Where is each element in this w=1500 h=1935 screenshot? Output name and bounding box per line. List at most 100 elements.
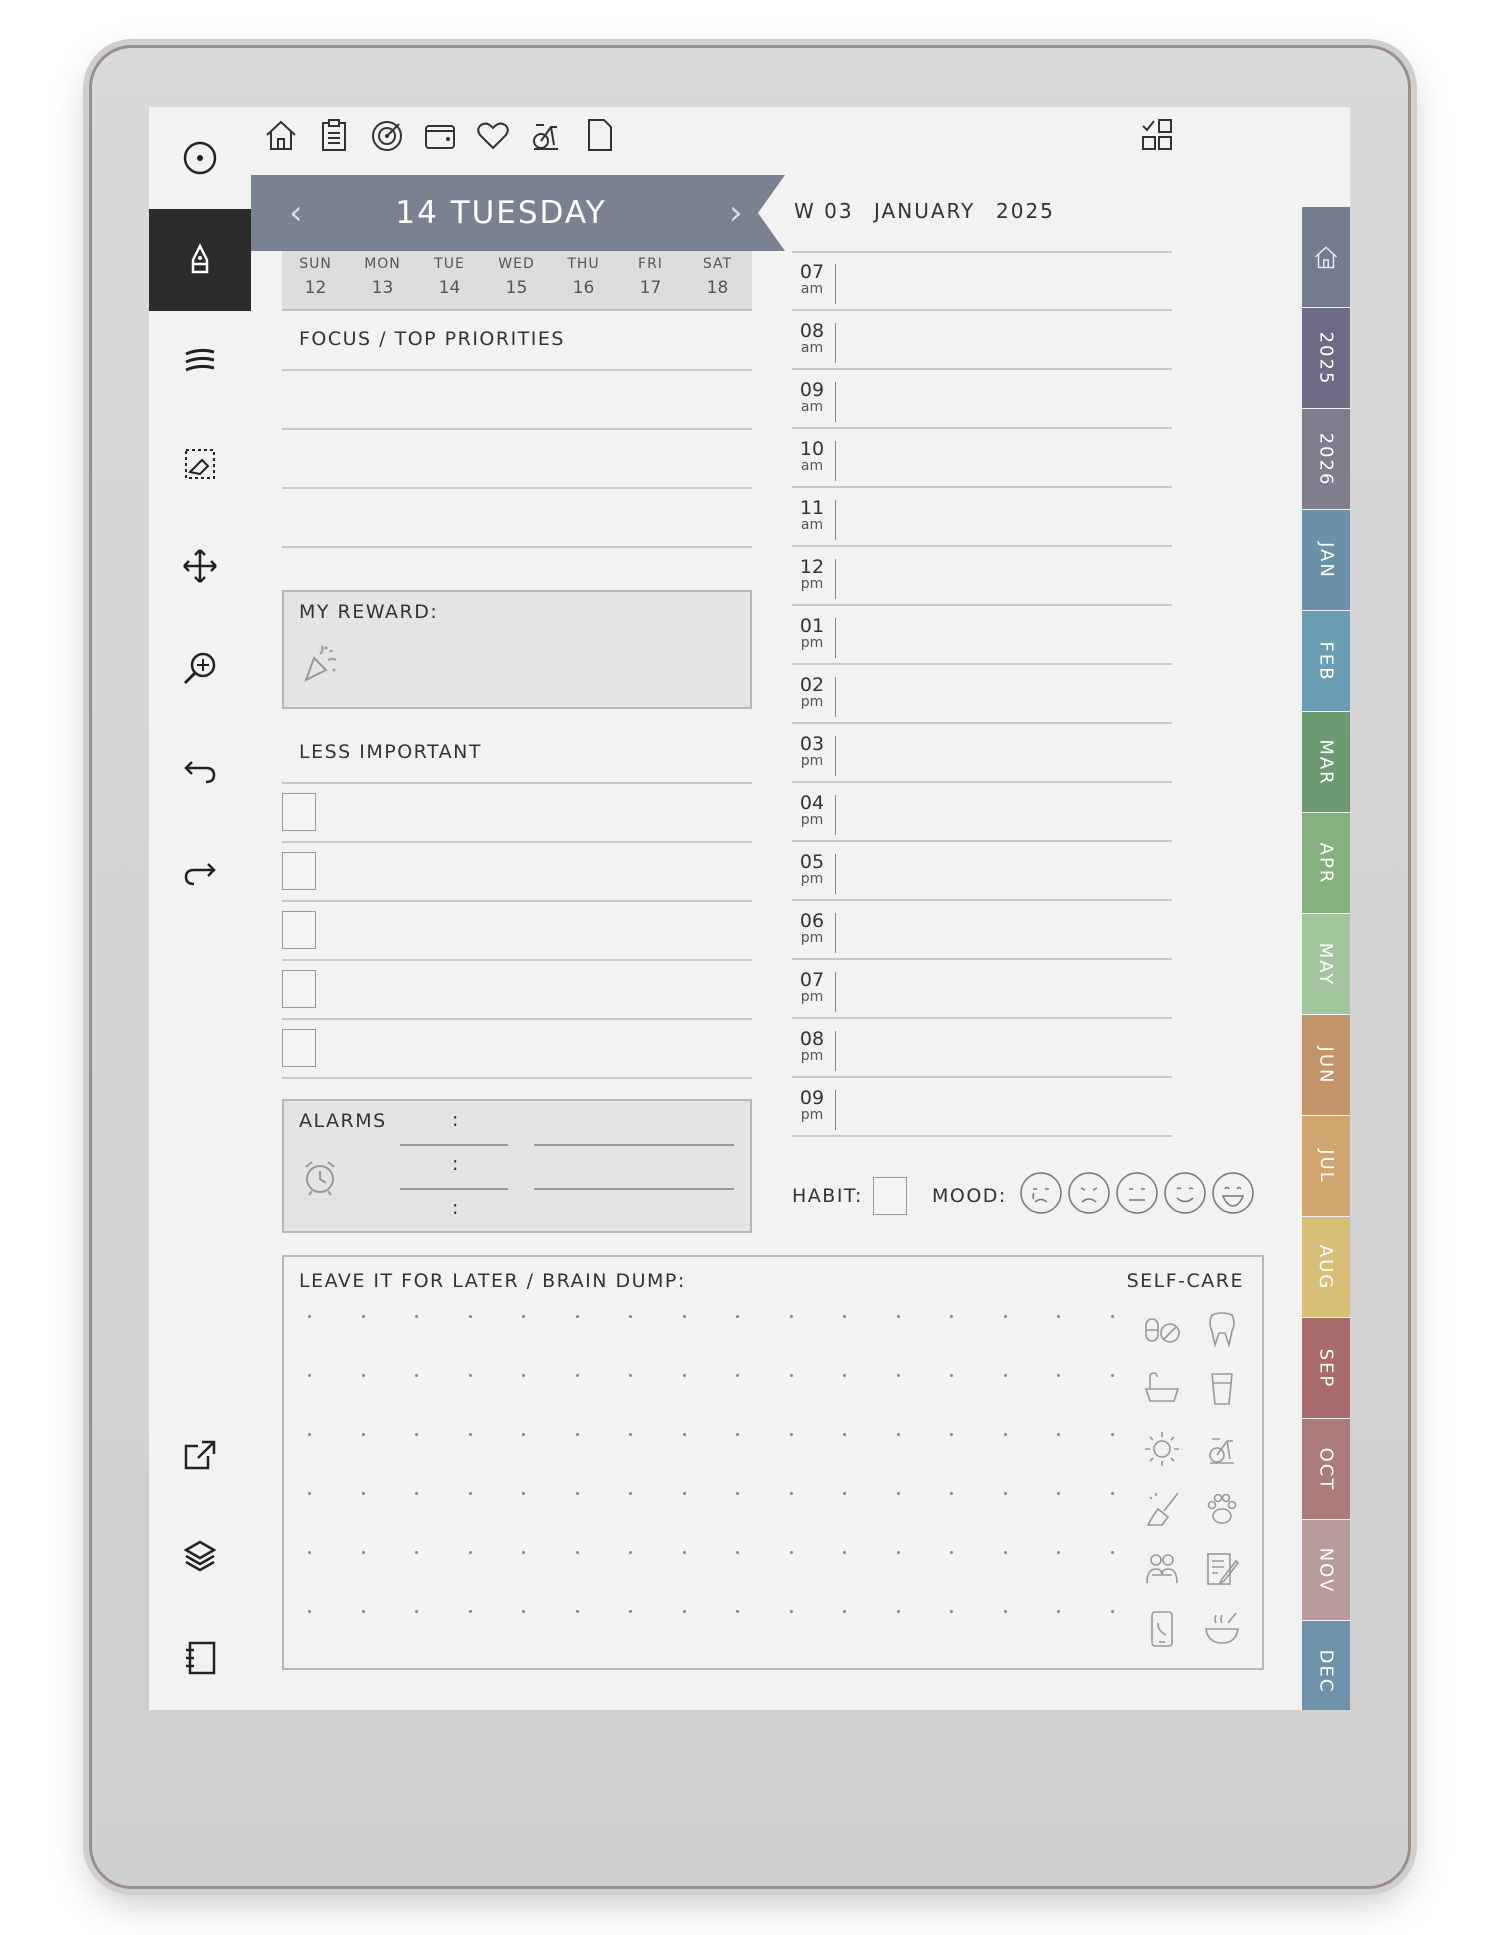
alarm-note-line[interactable] [534, 1144, 734, 1146]
tab-2026[interactable]: 2026 [1302, 409, 1350, 509]
alarms-box[interactable]: ALARMS : : : [282, 1099, 752, 1233]
move-icon[interactable] [149, 515, 251, 617]
hour-slot[interactable]: 04 pm [792, 793, 832, 827]
redo-icon[interactable] [149, 821, 251, 923]
task-checkbox[interactable] [282, 1029, 316, 1067]
hour-slot[interactable]: 01 pm [792, 616, 832, 650]
weekday-thu[interactable]: THU 16 [550, 251, 617, 298]
tooth-icon[interactable] [1202, 1309, 1242, 1349]
target-icon[interactable] [367, 115, 407, 155]
phone-icon[interactable] [1142, 1609, 1182, 1649]
zoom-icon[interactable] [149, 617, 251, 719]
tab-apr[interactable]: APR [1302, 813, 1350, 913]
next-day-button[interactable]: › [729, 193, 743, 233]
weekday-sat[interactable]: SAT 18 [684, 251, 751, 298]
sad-face-icon[interactable] [1067, 1171, 1111, 1215]
pen-tool-icon[interactable] [149, 209, 251, 311]
hour-slot[interactable]: 10 am [792, 439, 832, 473]
tab-sep[interactable]: SEP [1302, 1318, 1350, 1418]
tab-feb[interactable]: FEB [1302, 611, 1350, 711]
hour-slot[interactable]: 09 am [792, 380, 832, 414]
alarm-time-line[interactable] [400, 1144, 508, 1146]
eraser-select-icon[interactable] [149, 413, 251, 515]
journal-icon[interactable] [1202, 1549, 1242, 1589]
hour-line[interactable] [792, 604, 1172, 606]
week-number[interactable]: W 03 [794, 199, 854, 223]
paw-icon[interactable] [1202, 1489, 1242, 1529]
weekday-sun[interactable]: SUN 12 [282, 251, 349, 298]
home-icon[interactable] [261, 115, 301, 155]
task-line[interactable] [282, 841, 752, 843]
clipboard-icon[interactable] [314, 115, 354, 155]
hour-line[interactable] [792, 899, 1172, 901]
task-checkbox[interactable] [282, 970, 316, 1008]
brain-dump-box[interactable]: LEAVE IT FOR LATER / BRAIN DUMP: SELF-CA… [282, 1255, 1264, 1670]
hour-slot[interactable]: 06 pm [792, 911, 832, 945]
hour-slot[interactable]: 08 am [792, 321, 832, 355]
tab-2025[interactable]: 2025 [1302, 308, 1350, 408]
month-label[interactable]: JANUARY [874, 199, 975, 223]
wallet-icon[interactable] [420, 115, 460, 155]
stroke-icon[interactable] [149, 311, 251, 413]
task-line[interactable] [282, 1077, 752, 1079]
neutral-face-icon[interactable] [1115, 1171, 1159, 1215]
glass-icon[interactable] [1202, 1369, 1242, 1409]
hour-line[interactable] [792, 486, 1172, 488]
hour-line[interactable] [792, 427, 1172, 429]
tab-may[interactable]: MAY [1302, 914, 1350, 1014]
hour-line[interactable] [792, 368, 1172, 370]
writing-line[interactable] [282, 428, 752, 430]
task-line[interactable] [282, 1018, 752, 1020]
weekday-tue[interactable]: TUE 14 [416, 251, 483, 298]
tab-oct[interactable]: OCT [1302, 1419, 1350, 1519]
alarm-time-line[interactable] [400, 1188, 508, 1190]
hour-slot[interactable]: 11 am [792, 498, 832, 532]
weekday-fri[interactable]: FRI 17 [617, 251, 684, 298]
happy-face-icon[interactable] [1211, 1171, 1255, 1215]
task-line[interactable] [282, 900, 752, 902]
hour-slot[interactable]: 05 pm [792, 852, 832, 886]
hour-line[interactable] [792, 1076, 1172, 1078]
menu-circle-icon[interactable] [149, 107, 251, 209]
smile-face-icon[interactable] [1163, 1171, 1207, 1215]
notebook-icon[interactable] [149, 1607, 251, 1709]
bowl-icon[interactable] [1202, 1609, 1242, 1649]
layout-icon[interactable] [1137, 115, 1177, 155]
hug-icon[interactable] [1142, 1549, 1182, 1589]
page-icon[interactable] [579, 115, 619, 155]
bathtub-icon[interactable] [1142, 1369, 1182, 1409]
layers-icon[interactable] [149, 1505, 251, 1607]
tab-jun[interactable]: JUN [1302, 1015, 1350, 1115]
hour-slot[interactable]: 03 pm [792, 734, 832, 768]
crying-face-icon[interactable] [1019, 1171, 1063, 1215]
export-icon[interactable] [149, 1403, 251, 1505]
exercise-bike-icon[interactable] [526, 115, 566, 155]
tab-home[interactable] [1302, 207, 1350, 307]
tab-jan[interactable]: JAN [1302, 510, 1350, 610]
alarm-note-line[interactable] [534, 1188, 734, 1190]
year-label[interactable]: 2025 [996, 199, 1055, 223]
habit-checkbox[interactable] [873, 1177, 907, 1215]
task-line[interactable] [282, 959, 752, 961]
hour-slot[interactable]: 07 pm [792, 970, 832, 1004]
hour-line[interactable] [792, 663, 1172, 665]
writing-line[interactable] [282, 369, 752, 371]
tab-mar[interactable]: MAR [1302, 712, 1350, 812]
hour-line[interactable] [792, 722, 1172, 724]
hour-line[interactable] [792, 958, 1172, 960]
tab-aug[interactable]: AUG [1302, 1217, 1350, 1317]
heart-icon[interactable] [473, 115, 513, 155]
hour-slot[interactable]: 02 pm [792, 675, 832, 709]
reward-box[interactable]: MY REWARD: [282, 590, 752, 709]
hour-line[interactable] [792, 1135, 1172, 1137]
sun-icon[interactable] [1142, 1429, 1182, 1469]
task-checkbox[interactable] [282, 911, 316, 949]
hour-line[interactable] [792, 1017, 1172, 1019]
hour-line[interactable] [792, 309, 1172, 311]
exercise-bike-icon[interactable] [1202, 1429, 1242, 1469]
writing-line[interactable] [282, 487, 752, 489]
undo-icon[interactable] [149, 719, 251, 821]
hour-slot[interactable]: 12 pm [792, 557, 832, 591]
hour-slot[interactable]: 09 pm [792, 1088, 832, 1122]
weekday-wed[interactable]: WED 15 [483, 251, 550, 298]
